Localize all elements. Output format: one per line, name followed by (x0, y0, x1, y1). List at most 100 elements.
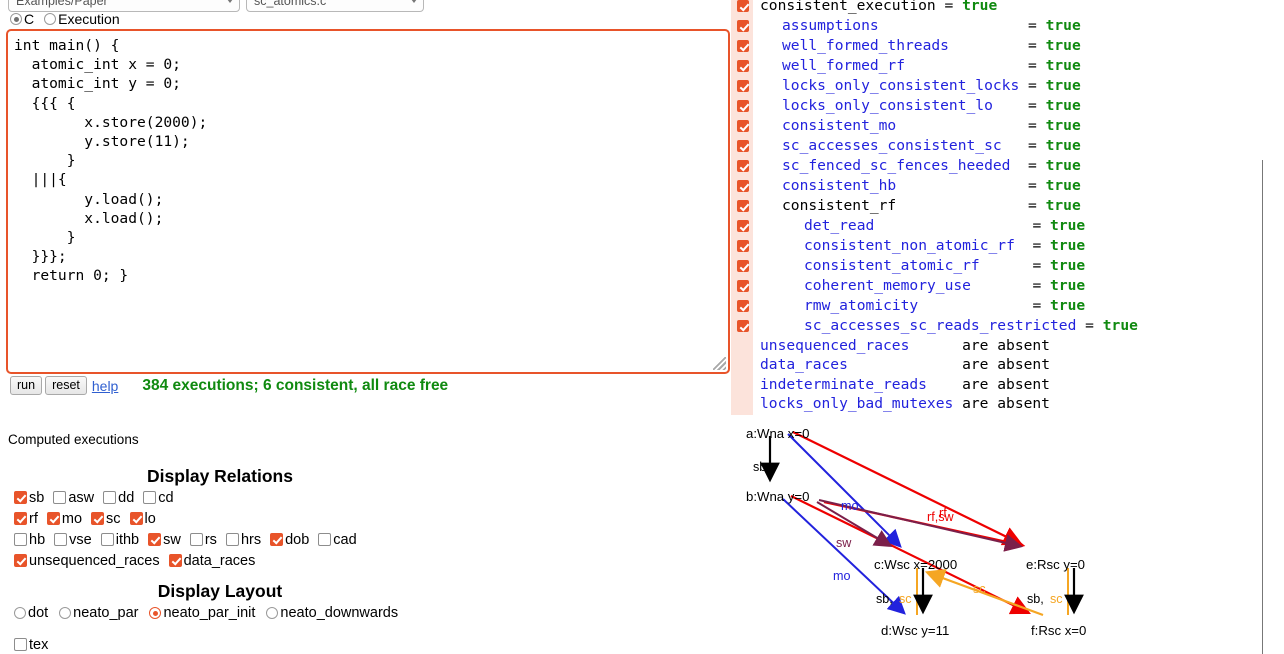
checkbox-hrs[interactable]: hrs (225, 532, 261, 548)
consistency-value: true (1045, 77, 1081, 94)
checkbox-cad[interactable]: cad (318, 532, 357, 548)
absent-value: absent (997, 375, 1050, 393)
radio-layout-dot[interactable]: dot (14, 605, 48, 621)
checkbox-rs[interactable]: rs (189, 532, 217, 548)
absent-predicate-name[interactable]: unsequenced_races (760, 336, 909, 356)
radio-layout-neato_par_init-label: neato_par_init (163, 605, 256, 621)
consistency-value: true (1045, 17, 1081, 34)
consistency-predicate-name[interactable]: consistent_mo (782, 117, 896, 134)
checkbox-icon[interactable] (737, 140, 749, 152)
checkbox-icon[interactable] (737, 320, 749, 332)
checkbox-icon[interactable] (737, 260, 749, 272)
equals-sign: = (1028, 137, 1046, 154)
consistency-row: rmw_atomicity = true (737, 296, 1138, 316)
checkbox-dob[interactable]: dob (270, 532, 309, 548)
consistency-value: true (1050, 277, 1086, 294)
consistency-predicate-name[interactable]: rmw_atomicity (804, 297, 918, 314)
consistency-value: true (1050, 297, 1086, 314)
absent-predicate-name[interactable]: data_races (760, 355, 848, 375)
consistency-predicate-name[interactable]: consistent_non_atomic_rf (804, 237, 1015, 254)
help-link[interactable]: help (92, 378, 118, 394)
radio-layout-neato_downwards[interactable]: neato_downwards (266, 605, 398, 621)
consistency-predicate-name[interactable]: coherent_memory_use (804, 277, 971, 294)
consistency-predicate-name[interactable]: consistent_atomic_rf (804, 257, 980, 274)
checkbox-icon[interactable] (737, 300, 749, 312)
consistency-predicate-name[interactable]: assumptions (782, 17, 879, 34)
checkbox-sw[interactable]: sw (148, 532, 181, 548)
computed-executions-label: Computed executions (8, 432, 139, 447)
equals-sign: = (935, 0, 963, 14)
checkbox-icon[interactable] (737, 180, 749, 192)
consistency-predicate-name[interactable]: sc_fenced_sc_fences_heeded (782, 157, 1010, 174)
checkbox-sc[interactable]: sc (91, 511, 121, 527)
checkbox-icon (14, 491, 27, 504)
checkbox-unsequenced_races-label: unsequenced_races (29, 552, 160, 569)
consistency-row-body: consistent_atomic_rf = true (760, 256, 1085, 276)
graph-node-f: f:Rsc x=0 (1031, 623, 1087, 638)
consistency-predicate-name[interactable]: sc_accesses_consistent_sc (782, 137, 1002, 154)
consistency-predicate-name[interactable]: well_formed_rf (782, 57, 905, 74)
scrollbar-track[interactable] (1262, 160, 1263, 654)
checkbox-icon[interactable] (737, 120, 749, 132)
checkbox-asw[interactable]: asw (53, 490, 94, 506)
consistency-value: true (962, 0, 998, 14)
graph-edge-label: sc (899, 592, 912, 606)
checkbox-dd[interactable]: dd (103, 490, 134, 506)
checkbox-icon[interactable] (737, 220, 749, 232)
consistency-value: true (1045, 97, 1081, 114)
mode-radio-group: C Execution (10, 11, 126, 27)
checkbox-unsequenced_races[interactable]: unsequenced_races (14, 553, 160, 569)
checkbox-icon[interactable] (737, 0, 749, 12)
checkbox-icon (54, 533, 68, 546)
code-editor[interactable]: int main() { atomic_int x = 0; atomic_in… (6, 29, 730, 374)
checkbox-icon[interactable] (737, 100, 749, 112)
consistency-predicate-name[interactable]: sc_accesses_sc_reads_restricted (804, 317, 1076, 334)
checkbox-data_races[interactable]: data_races (168, 553, 255, 569)
checkbox-sb[interactable]: sb (14, 490, 44, 506)
consistency-predicate-name[interactable]: det_read (804, 217, 874, 234)
radio-mode-c[interactable]: C (10, 11, 34, 27)
checkbox-mo[interactable]: mo (46, 511, 82, 527)
run-button[interactable]: run (10, 376, 43, 395)
consistency-predicate-name[interactable]: well_formed_threads (782, 37, 949, 54)
radio-layout-neato_par_init[interactable]: neato_par_init (149, 605, 255, 621)
equals-sign: = (1032, 257, 1051, 274)
consistency-row-body: assumptions = true (760, 16, 1081, 36)
absent-predicate-name[interactable]: indeterminate_reads (760, 375, 927, 395)
checkbox-icon[interactable] (737, 20, 749, 32)
checkbox-ithb-label: ithb (115, 531, 140, 548)
resize-handle[interactable] (713, 357, 726, 370)
consistency-value: true (1045, 137, 1081, 154)
file-select[interactable]: sc_atomics.c (246, 0, 424, 12)
radio-mode-execution[interactable]: Execution (44, 11, 120, 27)
checkbox-icon[interactable] (737, 200, 749, 212)
consistency-row: det_read = true (737, 216, 1138, 236)
consistency-predicate-name[interactable]: locks_only_consistent_lo (782, 97, 993, 114)
checkbox-cd[interactable]: cd (143, 490, 174, 506)
consistency-predicate-name[interactable]: locks_only_consistent_locks (782, 77, 1019, 94)
radio-layout-neato_downwards-label: neato_downwards (280, 605, 399, 621)
checkbox-icon[interactable] (737, 240, 749, 252)
checkbox-icon[interactable] (737, 40, 749, 52)
consistency-predicate-name[interactable]: consistent_hb (782, 177, 896, 194)
checkbox-icon (14, 533, 27, 546)
checkbox-icon[interactable] (737, 80, 749, 92)
radio-layout-neato_par[interactable]: neato_par (59, 605, 138, 621)
checkbox-vse[interactable]: vse (54, 532, 92, 548)
checkbox-hb[interactable]: hb (14, 532, 45, 548)
checkbox-ithb[interactable]: ithb (100, 531, 140, 548)
checkbox-icon[interactable] (737, 160, 749, 172)
consistency-row-body: locks_only_consistent_locks = true (760, 76, 1081, 96)
checkbox-lo[interactable]: lo (129, 511, 156, 527)
checkbox-tex[interactable]: tex (14, 637, 48, 653)
reset-button[interactable]: reset (45, 376, 87, 395)
consistency-row: locks_only_consistent_lo = true (737, 96, 1138, 116)
checkbox-rf[interactable]: rf (14, 511, 38, 527)
checkbox-icon[interactable] (737, 60, 749, 72)
consistency-value: true (1045, 157, 1081, 174)
checkbox-icon[interactable] (737, 280, 749, 292)
